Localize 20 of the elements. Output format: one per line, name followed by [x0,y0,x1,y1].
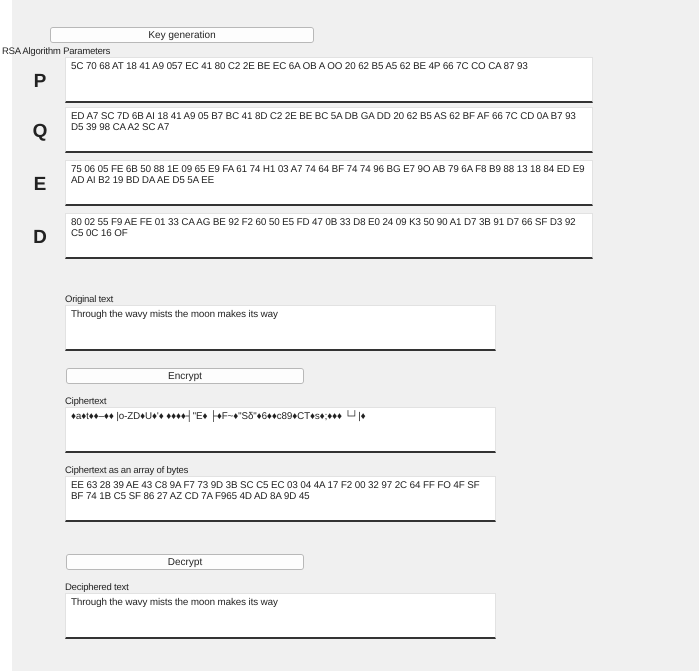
field-label: Ciphertext [65,396,108,407]
field-label: Deciphered text [65,582,130,593]
text-field[interactable]: Through the wavy mists the moon makes its way [65,593,496,639]
parameter-label: P [32,70,48,92]
field-label: Ciphertext as an array of bytes [65,465,190,476]
text-field[interactable]: Through the wavy mists the moon makes its way [65,305,496,351]
parameter-label: E [32,172,48,196]
parameter-label: D [32,226,48,248]
field-label: Original text [65,294,114,305]
section-title: RSA Algorithm Parameters [2,46,112,56]
parameter-label: Q [32,120,48,142]
text-field[interactable]: EE 63 28 39 AE 43 C8 9A F7 73 9D 3B SC C5 EC 03 04 4A 17 F2 00 32 97 2C 64 FF FO 4F SF BF 74 1B C5 SF 86 27 AZ CD 7A F965 4D AD 8A 9D 45 [65,476,496,522]
text-field[interactable]: 75 06 05 FE 6B 50 88 1E 09 65 E9 FA 61 74 H1 03 A7 74 64 BF 74 74 96 BG E7 9O AB 79 6A F8 B9 88 13 18 84 ED E9 AD AI B2 19 BD DA AE D5 5A EE [65,160,593,206]
action-button[interactable]: Encrypt [66,368,304,384]
text-field[interactable]: 80 02 55 F9 AE FE 01 33 CA AG BE 92 F2 60 50 E5 FD 47 0B 33 D8 E0 24 09 K3 50 90 A1 D7 3B 91 D7 66 SF D3 92 C5 0C 16 OF [65,212,593,258]
text-field[interactable]: ED A7 SC 7D 6B AI 18 41 A9 05 B7 BC 41 8D C2 2E BE BC 5A DB GA DD 20 62 B5 AS 62 BF AF 66 7C CD 0A B7 93 D5 39 98 CA A2 SC A7 [65,106,593,152]
key-generation-button[interactable]: Key generation [50,27,314,43]
action-button[interactable]: Decrypt [66,554,304,570]
text-field[interactable]: 5C 70 68 AT 18 41 A9 057 EC 41 80 C2 2E BE EC 6A OB A OO 20 62 B5 A5 62 BE 4P 66 7C CO CA 87 93 [65,56,593,102]
text-field[interactable]: ♦a♦t♦♦–♦♦ |o-ZD♦U♦'♦ ♦♦♦♦┤"E♦ ├♦F~♦"Sδ"♦6♦♦c89♦CT♦s♦;♦♦♦ └┘|♦ [65,407,496,453]
